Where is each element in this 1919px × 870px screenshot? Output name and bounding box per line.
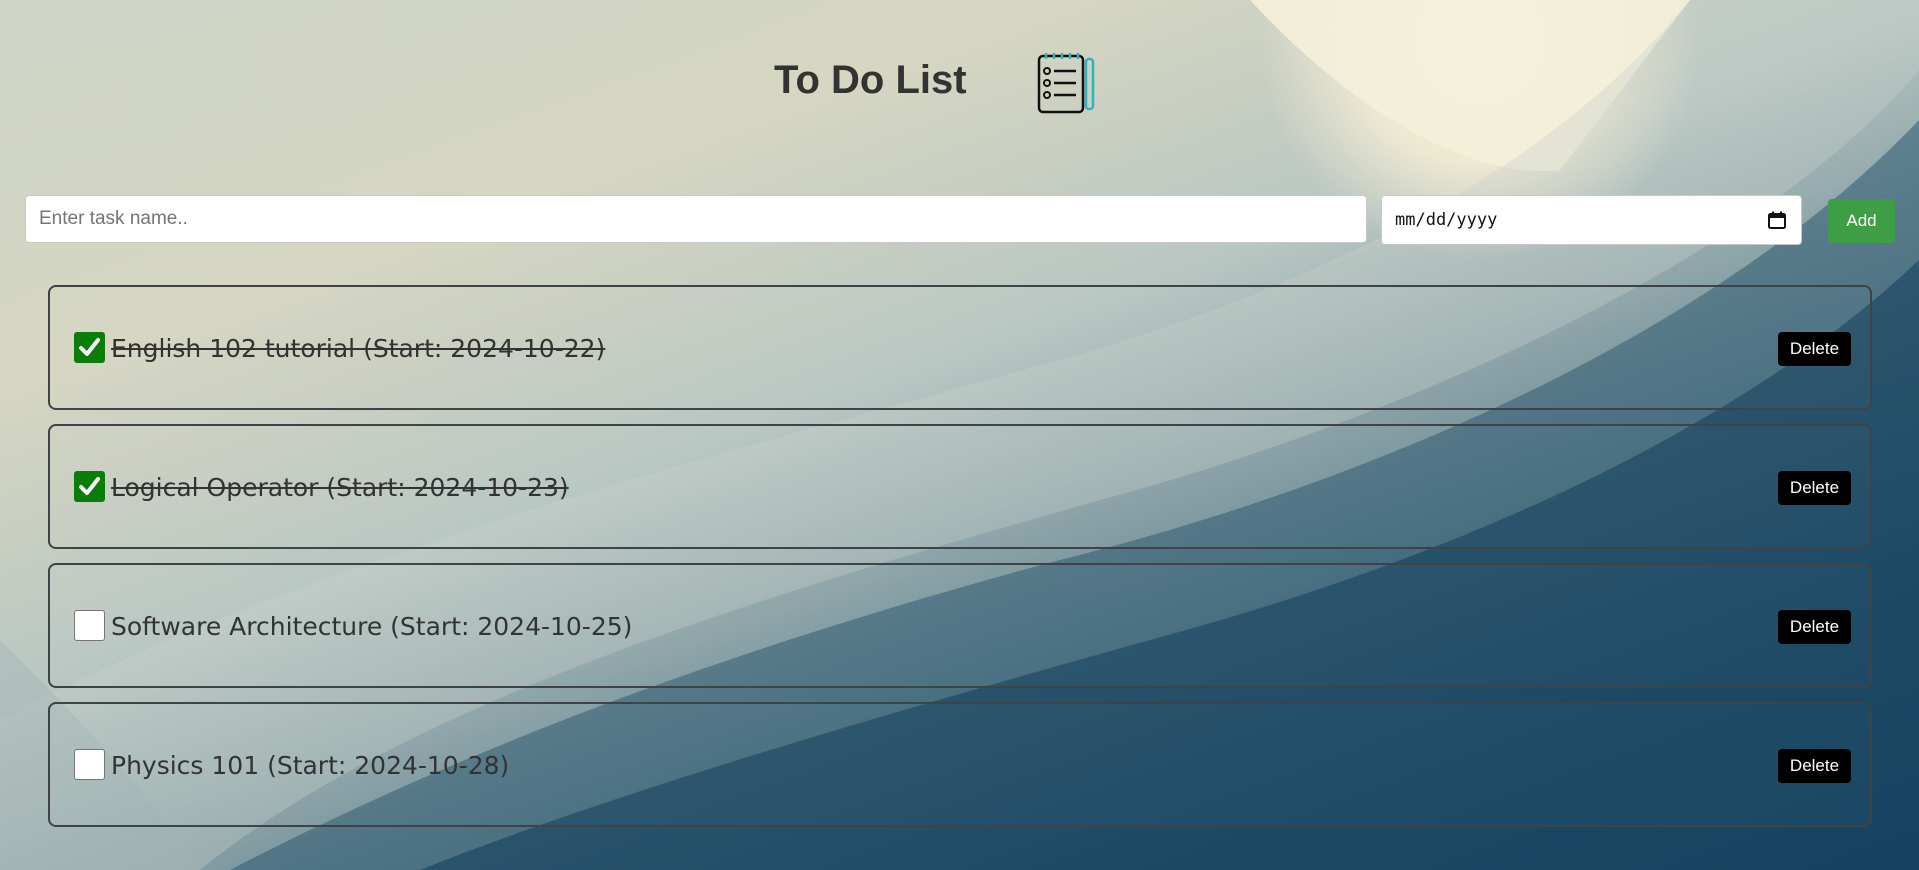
task-list: English 102 tutorial (Start: 2024-10-22)… (48, 285, 1872, 841)
page-title: To Do List (774, 58, 967, 102)
task-checkbox[interactable] (74, 471, 105, 502)
task-text: Software Architecture (Start: 2024-10-25… (111, 612, 633, 641)
notepad-checklist-icon (1030, 49, 1098, 117)
checkmark-icon (79, 477, 100, 495)
delete-button[interactable]: Delete (1778, 610, 1851, 644)
calendar-icon[interactable] (1767, 210, 1787, 230)
task-checkbox[interactable] (74, 610, 105, 641)
task-item: English 102 tutorial (Start: 2024-10-22)… (48, 285, 1872, 410)
header: To Do List (0, 40, 1919, 130)
task-item: Logical Operator (Start: 2024-10-23) Del… (48, 424, 1872, 549)
task-item: Physics 101 (Start: 2024-10-28) Delete (48, 702, 1872, 827)
date-placeholder: mm/dd/yyyy (1395, 210, 1498, 230)
task-checkbox[interactable] (74, 749, 105, 780)
task-text: Logical Operator (Start: 2024-10-23) (111, 473, 569, 502)
task-text: English 102 tutorial (Start: 2024-10-22) (111, 334, 606, 363)
start-date-input[interactable]: mm/dd/yyyy (1381, 195, 1802, 245)
add-button[interactable]: Add (1828, 199, 1895, 243)
task-name-input[interactable] (25, 195, 1367, 243)
task-checkbox[interactable] (74, 332, 105, 363)
task-text: Physics 101 (Start: 2024-10-28) (111, 751, 510, 780)
checkmark-icon (79, 338, 100, 356)
add-task-form: mm/dd/yyyy Add (0, 195, 1919, 247)
task-item: Software Architecture (Start: 2024-10-25… (48, 563, 1872, 688)
delete-button[interactable]: Delete (1778, 471, 1851, 505)
delete-button[interactable]: Delete (1778, 749, 1851, 783)
delete-button[interactable]: Delete (1778, 332, 1851, 366)
